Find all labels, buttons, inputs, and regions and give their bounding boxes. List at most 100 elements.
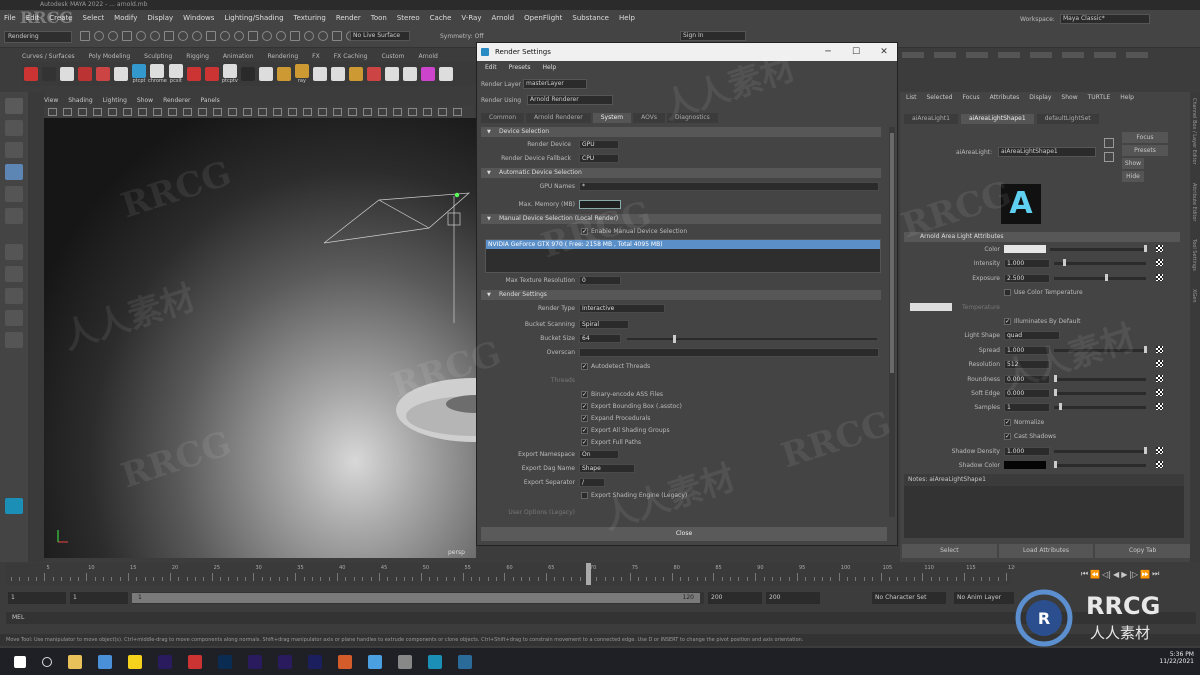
ae-tab[interactable]: aiAreaLightShape1 xyxy=(960,114,1034,124)
shelf-tab[interactable]: Sculpting xyxy=(144,53,172,60)
viewport-toolbar-icon[interactable] xyxy=(348,108,357,116)
ae-attr-field[interactable]: 1.000 xyxy=(1004,446,1050,456)
render-settings-titlebar[interactable]: Render Settings ─ ☐ ✕ xyxy=(477,43,897,61)
viewport-toolbar-icon[interactable] xyxy=(213,108,222,116)
ae-attr-slider[interactable] xyxy=(1054,276,1146,280)
ae-attr-field[interactable]: 2.500 xyxy=(1004,273,1050,283)
ae-tab[interactable]: aiAreaLight1 xyxy=(904,114,958,124)
shelf-tab[interactable]: Rigging xyxy=(186,53,209,60)
ae-checkbox[interactable]: ✓ xyxy=(1004,418,1011,426)
shelf-button[interactable] xyxy=(94,67,112,81)
ae-map-button-icon[interactable] xyxy=(1156,446,1163,454)
viewport-toolbar-icon[interactable] xyxy=(408,108,417,116)
step-back-key-icon[interactable]: ⏪ xyxy=(1090,570,1100,579)
ae-map-button-icon[interactable] xyxy=(1156,461,1163,468)
close-button[interactable]: Close xyxy=(481,527,887,541)
ae-focus-button[interactable]: Focus xyxy=(1122,132,1168,143)
ae-attr-field[interactable]: 1.000 xyxy=(1004,259,1050,269)
ae-tab[interactable]: defaultLightSet xyxy=(1036,114,1099,124)
viewport-toolbar-icon[interactable] xyxy=(123,108,132,116)
bucket-scan-select[interactable]: Spiral xyxy=(579,320,629,329)
ae-map-button-icon[interactable] xyxy=(1156,389,1163,396)
shelf-button[interactable] xyxy=(257,67,275,81)
viewport-toolbar-icon[interactable] xyxy=(168,108,177,116)
shelf-button[interactable] xyxy=(347,67,365,81)
shelf-button[interactable] xyxy=(239,67,257,81)
ae-checkbox[interactable]: ✓ xyxy=(1004,318,1011,325)
ae-slider-knob[interactable] xyxy=(1144,446,1148,454)
ae-menu-selected[interactable]: Selected xyxy=(927,94,953,101)
ae-map-button-icon[interactable] xyxy=(1156,245,1163,252)
shelf-button[interactable] xyxy=(419,67,437,81)
xnview-icon[interactable] xyxy=(368,654,382,669)
focus-icon[interactable] xyxy=(1104,138,1114,148)
viewport-toolbar-icon[interactable] xyxy=(78,108,87,116)
shelf-button[interactable] xyxy=(40,67,58,81)
menu-windows[interactable]: Windows xyxy=(183,14,214,22)
viewport-toolbar-icon[interactable] xyxy=(453,108,462,116)
viewport-toolbar-icon[interactable] xyxy=(228,108,237,116)
shelf-button[interactable] xyxy=(383,67,401,81)
go-to-start-icon[interactable]: ⏮ xyxy=(1081,569,1088,579)
viewport-menu-shading[interactable]: Shading xyxy=(68,97,92,104)
viewport-toolbar-icon[interactable] xyxy=(273,108,282,116)
ae-attr-slider[interactable] xyxy=(1054,262,1146,266)
export-checkbox[interactable]: ✓ xyxy=(581,427,588,434)
shelf-button[interactable] xyxy=(311,67,329,81)
menu-render[interactable]: Render xyxy=(336,14,361,22)
ae-color-swatch[interactable] xyxy=(1004,461,1046,469)
shelf-tab-right[interactable] xyxy=(1030,52,1052,58)
shelf-button[interactable] xyxy=(203,67,221,81)
system-tray-clock[interactable]: 5:36 PM 11/22/2021 xyxy=(1159,651,1194,665)
export-checkbox[interactable]: ✓ xyxy=(581,391,588,398)
play-forward-icon[interactable]: ▶ xyxy=(1121,570,1127,579)
shelf-button[interactable] xyxy=(185,67,203,81)
render-device-select[interactable]: GPU xyxy=(579,140,619,149)
status-tool-icon[interactable] xyxy=(164,31,174,41)
side-tab[interactable]: Channel Box / Layer Editor xyxy=(1191,98,1197,165)
viewport-menu-panels[interactable]: Panels xyxy=(200,97,219,104)
move-tool-icon[interactable] xyxy=(5,164,23,180)
ae-map-button-icon[interactable] xyxy=(1156,345,1163,353)
rs-tab-aovs[interactable]: AOVs xyxy=(633,113,665,123)
ae-map-button-icon[interactable] xyxy=(1156,259,1163,267)
viewport-toolbar-icon[interactable] xyxy=(423,108,432,116)
rs-tab-system[interactable]: System xyxy=(592,113,632,123)
viewport-toolbar-icon[interactable] xyxy=(153,108,162,116)
manual-device-header[interactable]: Manual Device Selection (Local Render) xyxy=(481,214,881,224)
node-name-field[interactable]: aiAreaLightShape1 xyxy=(998,147,1096,157)
render-settings-header[interactable]: Render Settings xyxy=(481,290,881,300)
scale-tool-icon[interactable] xyxy=(5,208,23,224)
status-tool-icon[interactable] xyxy=(276,31,286,41)
media-encoder-icon[interactable] xyxy=(158,654,172,669)
overscan-field[interactable] xyxy=(579,348,879,357)
ae-checkbox[interactable]: ✓ xyxy=(1004,433,1011,441)
status-tool-icon[interactable] xyxy=(262,31,272,41)
status-tool-icon[interactable] xyxy=(332,31,342,41)
audition-icon[interactable] xyxy=(308,654,322,669)
menu-v-ray[interactable]: V-Ray xyxy=(461,14,481,22)
status-tool-icon[interactable] xyxy=(206,31,216,41)
shelf-button[interactable] xyxy=(329,67,347,81)
playback-start-field[interactable]: 1 xyxy=(70,592,128,604)
viewport-menu-show[interactable]: Show xyxy=(137,97,153,104)
export-checkbox[interactable]: ✓ xyxy=(581,403,588,410)
show-manip-icon[interactable] xyxy=(5,244,23,260)
outliner-layout-icon[interactable] xyxy=(5,332,23,348)
viewport-toolbar-icon[interactable] xyxy=(258,108,267,116)
shelf-button[interactable] xyxy=(112,67,130,81)
after-effects-icon[interactable] xyxy=(278,654,292,669)
rs-menu-presets[interactable]: Presets xyxy=(509,64,531,71)
close-icon[interactable]: ✕ xyxy=(873,45,895,59)
side-tab[interactable]: Tool Settings xyxy=(1191,239,1197,271)
maximize-icon[interactable]: ☐ xyxy=(845,45,867,59)
viewport-toolbar-icon[interactable] xyxy=(333,108,342,116)
ae-menu-turtle[interactable]: TURTLE xyxy=(1088,94,1111,101)
shelf-button[interactable]: pcslt xyxy=(167,64,185,84)
shelf-button[interactable]: ptcpt xyxy=(130,64,148,84)
bucket-size-slider[interactable] xyxy=(627,335,877,343)
shelf-button[interactable] xyxy=(437,67,455,81)
viewport-toolbar-icon[interactable] xyxy=(438,108,447,116)
outlook-icon[interactable] xyxy=(98,654,112,669)
shelf-tab[interactable]: FX xyxy=(312,53,320,60)
